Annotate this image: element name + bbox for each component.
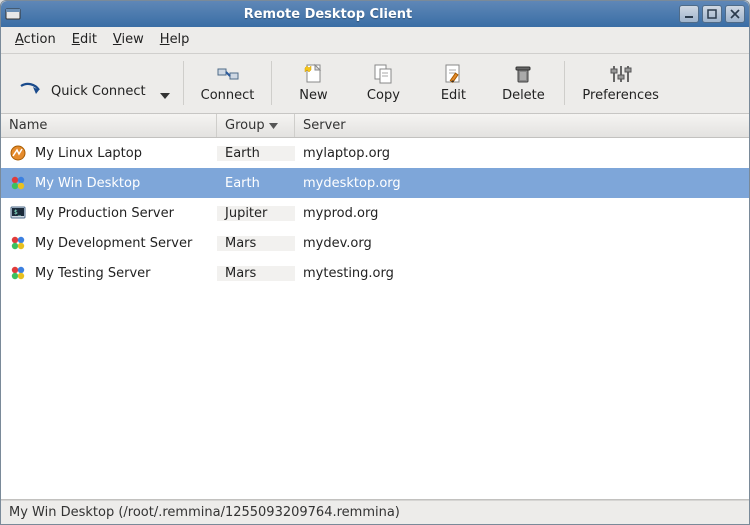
cell-name: My Linux Laptop bbox=[1, 144, 217, 162]
app-icon bbox=[5, 6, 21, 22]
cell-name: $_ My Production Server bbox=[1, 204, 217, 222]
toolbar-separator bbox=[564, 61, 565, 105]
table-row[interactable]: My Testing Server Mars mytesting.org bbox=[1, 258, 749, 288]
menu-help[interactable]: Help bbox=[154, 30, 196, 49]
cell-group: Earth bbox=[217, 176, 295, 191]
connection-group: Earth bbox=[225, 146, 260, 161]
preferences-button[interactable]: Preferences bbox=[574, 60, 666, 105]
close-button[interactable] bbox=[725, 5, 745, 23]
cell-name: My Development Server bbox=[1, 234, 217, 252]
copy-button[interactable]: Copy bbox=[351, 60, 415, 105]
menu-action[interactable]: Action bbox=[9, 30, 62, 49]
connect-icon bbox=[214, 62, 242, 86]
table-row[interactable]: $_ My Production Server Jupiter myprod.org bbox=[1, 198, 749, 228]
connect-button[interactable]: Connect bbox=[193, 60, 263, 105]
connect-label: Connect bbox=[201, 88, 255, 103]
menu-edit[interactable]: Edit bbox=[66, 30, 103, 49]
connection-group: Jupiter bbox=[225, 206, 267, 221]
quick-connect-dropdown[interactable] bbox=[156, 93, 174, 105]
cell-server: mydev.org bbox=[295, 236, 749, 251]
toolbar: Quick Connect Connect bbox=[1, 54, 749, 114]
connection-group: Mars bbox=[225, 236, 256, 251]
cell-name: My Win Desktop bbox=[1, 174, 217, 192]
statusbar: My Win Desktop (/root/.remmina/125509320… bbox=[1, 500, 749, 524]
connection-name: My Development Server bbox=[35, 236, 192, 251]
menubar: Action Edit View Help bbox=[1, 27, 749, 54]
delete-label: Delete bbox=[502, 88, 545, 103]
edit-icon bbox=[439, 62, 467, 86]
minimize-button[interactable] bbox=[679, 5, 699, 23]
new-icon bbox=[299, 62, 327, 86]
quick-connect-label: Quick Connect bbox=[51, 84, 146, 99]
edit-button[interactable]: Edit bbox=[421, 60, 485, 105]
connection-group: Earth bbox=[225, 176, 260, 191]
column-header-server[interactable]: Server bbox=[295, 114, 749, 137]
connection-server: mydesktop.org bbox=[303, 176, 401, 191]
delete-icon bbox=[509, 62, 537, 86]
table-row[interactable]: My Linux Laptop Earth mylaptop.org bbox=[1, 138, 749, 168]
connection-list[interactable]: My Linux Laptop Earth mylaptop.org My Win D… bbox=[1, 138, 749, 500]
cell-server: myprod.org bbox=[295, 206, 749, 221]
column-header-name[interactable]: Name bbox=[1, 114, 217, 137]
connection-server: mytesting.org bbox=[303, 266, 394, 281]
quick-connect-icon bbox=[17, 79, 45, 103]
edit-label: Edit bbox=[441, 88, 466, 103]
cell-group: Mars bbox=[217, 266, 295, 281]
table-row[interactable]: My Win Desktop Earth mydesktop.org bbox=[1, 168, 749, 198]
connection-server: myprod.org bbox=[303, 206, 378, 221]
cell-group: Mars bbox=[217, 236, 295, 251]
svg-text:$_: $_ bbox=[14, 209, 22, 216]
connection-name: My Production Server bbox=[35, 206, 174, 221]
cell-name: My Testing Server bbox=[1, 264, 217, 282]
window-controls bbox=[679, 5, 745, 23]
connection-name: My Win Desktop bbox=[35, 176, 140, 191]
copy-label: Copy bbox=[367, 88, 400, 103]
maximize-button[interactable] bbox=[702, 5, 722, 23]
table-row[interactable]: My Development Server Mars mydev.org bbox=[1, 228, 749, 258]
new-button[interactable]: New bbox=[281, 60, 345, 105]
column-header-group[interactable]: Group bbox=[217, 114, 295, 137]
cell-server: mylaptop.org bbox=[295, 146, 749, 161]
quick-connect-button[interactable]: Quick Connect bbox=[9, 77, 150, 105]
cell-group: Jupiter bbox=[217, 206, 295, 221]
connection-type-icon: $_ bbox=[9, 204, 27, 222]
connection-server: mydev.org bbox=[303, 236, 372, 251]
preferences-label: Preferences bbox=[582, 88, 658, 103]
menu-view[interactable]: View bbox=[107, 30, 150, 49]
connection-name: My Testing Server bbox=[35, 266, 151, 281]
cell-server: mytesting.org bbox=[295, 266, 749, 281]
connection-type-icon bbox=[9, 234, 27, 252]
copy-icon bbox=[369, 62, 397, 86]
sort-indicator-icon bbox=[269, 123, 278, 129]
connection-type-icon bbox=[9, 174, 27, 192]
window-title: Remote Desktop Client bbox=[27, 7, 679, 22]
preferences-icon bbox=[607, 62, 635, 86]
delete-button[interactable]: Delete bbox=[491, 60, 555, 105]
connection-group: Mars bbox=[225, 266, 256, 281]
toolbar-separator bbox=[271, 61, 272, 105]
connection-name: My Linux Laptop bbox=[35, 146, 142, 161]
connection-type-icon bbox=[9, 264, 27, 282]
statusbar-text: My Win Desktop (/root/.remmina/125509320… bbox=[9, 505, 400, 520]
app-window: Remote Desktop Client Action Edit View H… bbox=[0, 0, 750, 525]
column-headers: Name Group Server bbox=[1, 114, 749, 138]
connection-server: mylaptop.org bbox=[303, 146, 390, 161]
titlebar[interactable]: Remote Desktop Client bbox=[1, 1, 749, 27]
connection-type-icon bbox=[9, 144, 27, 162]
toolbar-separator bbox=[183, 61, 184, 105]
cell-group: Earth bbox=[217, 146, 295, 161]
cell-server: mydesktop.org bbox=[295, 176, 749, 191]
new-label: New bbox=[299, 88, 327, 103]
